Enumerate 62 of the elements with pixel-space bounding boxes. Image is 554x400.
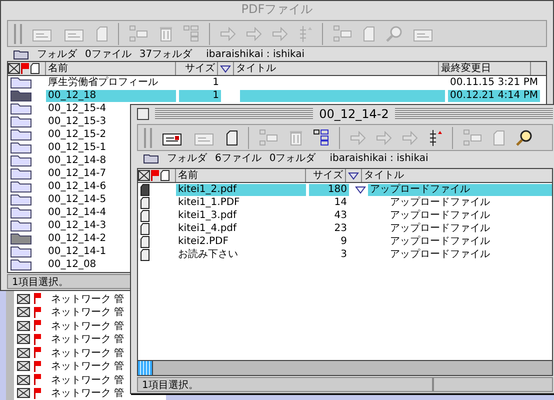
title-cell: アップロードファイル	[390, 248, 490, 260]
folder-name[interactable]: 00_12_14-8	[48, 154, 106, 166]
date-cell: 00.12.21 4:14 PM	[450, 90, 538, 102]
file-name[interactable]: kitei1_3.pdf	[178, 210, 237, 222]
folder-count: 0フォルダ	[269, 152, 316, 165]
date-cell: 00.11.15 3:21 PM	[450, 76, 538, 88]
size-cell: 23	[334, 222, 347, 234]
item-name[interactable]: ネットワーク 管	[51, 305, 124, 320]
column-header[interactable]: 名前	[46, 62, 176, 75]
folder-name[interactable]: 00_12_14-4	[48, 206, 106, 218]
title-cell: アップロードファイル	[390, 236, 490, 248]
title-cell: アップロードファイル	[390, 222, 490, 234]
column-header[interactable]: 名前	[176, 169, 306, 182]
item-name[interactable]: ネットワーク 管	[51, 318, 124, 333]
title-cell: アップロードファイル	[390, 210, 490, 222]
item-name[interactable]: ネットワーク 管	[51, 346, 124, 360]
folder-name[interactable]: 00_12_15-3	[48, 116, 106, 128]
size-cell: 43	[334, 210, 347, 222]
item-name[interactable]: ネットワーク 管	[51, 372, 124, 387]
item-name[interactable]: ネットワーク 管	[51, 332, 124, 346]
folder-name[interactable]: 00_12_14-7	[48, 168, 106, 180]
folder-name[interactable]: 00_12_14-5	[48, 194, 106, 206]
folder-name[interactable]: 00_12_14-1	[48, 246, 106, 258]
folder-name[interactable]: 00_12_15-4	[48, 102, 106, 114]
column-header[interactable]: サイズ	[306, 169, 346, 182]
folder-name[interactable]: 00_12_14-6	[48, 180, 106, 192]
folder-name[interactable]: 00_12_14-3	[48, 220, 106, 232]
size-cell: 1	[212, 90, 219, 102]
column-header[interactable]: タイトル	[362, 169, 552, 182]
folder-name[interactable]: 00_12_14-2	[48, 232, 106, 244]
file-count: 0ファイル	[85, 48, 132, 61]
status-text: 1項目選択。	[138, 378, 434, 392]
size-cell: 3	[340, 248, 347, 260]
info-label: フォルダ	[37, 48, 77, 61]
file-name[interactable]: kitei2.PDF	[178, 236, 228, 248]
window-title: PDFファイル	[241, 1, 313, 18]
item-name[interactable]: ネットワーク 管	[51, 386, 124, 400]
file-name[interactable]: kitei1_4.pdf	[178, 222, 237, 234]
folder-name[interactable]: 厚生労働省プロフィール	[48, 76, 158, 88]
item-name[interactable]: ネットワーク 管	[51, 292, 124, 306]
title-cell: アップロードファイル	[370, 184, 470, 196]
folder-name[interactable]: 00_12_15-1	[48, 142, 106, 154]
info-label: フォルダ	[167, 152, 207, 165]
file-count: 6ファイル	[215, 152, 262, 165]
file-name[interactable]: kitei1_1.PDF	[178, 196, 240, 208]
column-header[interactable]: タイトル	[234, 62, 439, 75]
folder-path: ibaraishikai : ishikai	[206, 48, 305, 60]
status-text: 1項目選択。	[11, 276, 68, 288]
folder-count: 37フォルダ	[139, 48, 192, 61]
title-cell: アップロードファイル	[390, 196, 490, 208]
size-cell: 1	[212, 76, 219, 88]
folder-name[interactable]: 00_12_08	[48, 258, 96, 270]
folder-name[interactable]: 00_12_15-2	[48, 128, 106, 140]
size-cell: 180	[328, 184, 347, 196]
item-name[interactable]: ネットワーク 管	[51, 359, 124, 374]
file-name[interactable]: お読み下さい	[178, 248, 238, 260]
size-cell: 14	[334, 196, 347, 208]
folder-path: ibaraishikai : ishikai	[330, 152, 428, 164]
column-header[interactable]: サイズ	[176, 62, 218, 75]
window-title: 00_12_14-2	[319, 106, 389, 120]
size-cell: 9	[340, 236, 347, 248]
column-header[interactable]: 最終変更日	[439, 62, 531, 75]
